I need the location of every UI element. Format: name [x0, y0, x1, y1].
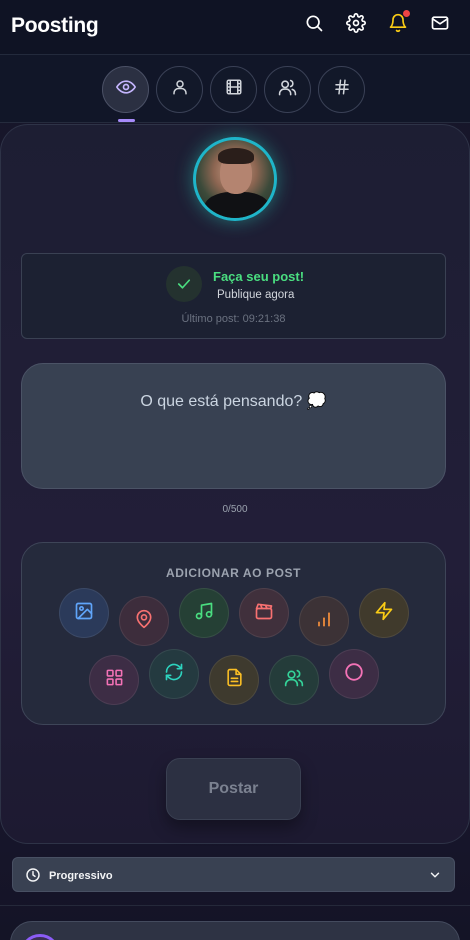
- post-mode-dropdown[interactable]: Progressivo: [12, 857, 455, 892]
- image-icon: [74, 601, 94, 626]
- clapperboard-icon: [254, 601, 274, 626]
- add-story-button[interactable]: [329, 649, 379, 699]
- add-photo-button[interactable]: [59, 588, 109, 638]
- character-counter: 0/500: [222, 504, 248, 515]
- circle-icon: [343, 661, 365, 688]
- film-icon: [225, 78, 243, 101]
- next-post-card: [10, 921, 460, 940]
- add-document-button[interactable]: [209, 655, 259, 705]
- add-boost-button[interactable]: [359, 588, 409, 638]
- add-to-post-title: ADICIONAR AO POST: [165, 566, 302, 580]
- tab-feed[interactable]: [102, 66, 149, 122]
- map-pin-icon: [134, 609, 154, 634]
- zap-icon: [374, 601, 394, 626]
- active-tab-indicator: [118, 119, 135, 122]
- add-poll-button[interactable]: [299, 596, 349, 646]
- add-to-post-panel: ADICIONAR AO POST: [21, 542, 446, 725]
- add-grid-button[interactable]: [89, 655, 139, 705]
- eye-icon: [115, 77, 136, 102]
- grid-icon: [105, 668, 124, 692]
- check-icon: [166, 266, 202, 302]
- add-location-button[interactable]: [119, 596, 169, 646]
- bell-icon[interactable]: [388, 10, 410, 33]
- tag-people-button[interactable]: [269, 655, 319, 705]
- gear-icon[interactable]: [346, 13, 366, 33]
- tab-profile[interactable]: [156, 66, 203, 113]
- avatar-shirt: [204, 192, 270, 218]
- post-text-input[interactable]: O que está pensando? 💭: [21, 363, 446, 489]
- file-text-icon: [225, 668, 244, 692]
- tab-bar: [0, 55, 470, 123]
- notification-dot: [403, 10, 410, 17]
- search-icon[interactable]: [304, 13, 324, 33]
- post-input-placeholder: O que está pensando? 💭: [140, 393, 327, 410]
- hash-icon: [333, 78, 351, 101]
- section-divider: [0, 905, 470, 906]
- status-subtitle: Publique agora: [217, 289, 295, 301]
- tab-videos[interactable]: [210, 66, 257, 113]
- music-icon: [194, 601, 214, 626]
- tab-hashtags[interactable]: [318, 66, 365, 113]
- mail-icon[interactable]: [430, 13, 450, 33]
- header-actions: [304, 10, 450, 33]
- refresh-icon: [164, 662, 184, 687]
- post-status-card: Faça seu post! Publique agora Último pos…: [21, 253, 446, 339]
- avatar[interactable]: [193, 137, 277, 221]
- tab-friends[interactable]: [264, 66, 311, 113]
- add-video-button[interactable]: [239, 588, 289, 638]
- users-icon: [278, 78, 297, 102]
- last-post-time: Último post: 09:21:38: [181, 313, 286, 325]
- user-icon: [171, 78, 189, 101]
- add-music-button[interactable]: [179, 588, 229, 638]
- post-button[interactable]: Postar: [166, 758, 301, 820]
- status-title: Faça seu post!: [213, 269, 305, 284]
- users-icon: [284, 668, 304, 693]
- dropdown-selected-value: Progressivo: [49, 870, 113, 882]
- app-logo[interactable]: Poosting: [11, 14, 99, 38]
- clock-icon: [25, 867, 41, 888]
- top-bar: Poosting: [0, 0, 470, 55]
- bar-chart-icon: [314, 609, 334, 634]
- add-repost-button[interactable]: [149, 649, 199, 699]
- avatar-hair: [218, 148, 254, 164]
- tab-list: [102, 66, 365, 122]
- chevron-down-icon: [428, 868, 442, 887]
